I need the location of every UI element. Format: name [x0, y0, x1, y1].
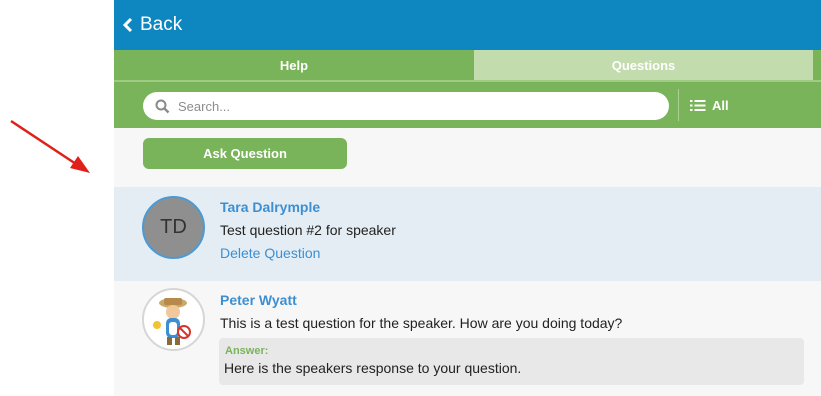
question-body: Peter Wyatt This is a test question for … — [220, 292, 622, 332]
chevron-left-icon — [122, 17, 133, 33]
app-window: Back Help Questions Search... All Ask Qu… — [114, 0, 821, 396]
list-icon — [690, 99, 706, 111]
question-author: Tara Dalrymple — [220, 199, 321, 215]
search-field[interactable] — [143, 92, 669, 120]
search-bar: All — [114, 82, 821, 128]
avatar: TD — [142, 196, 205, 259]
filter-divider — [678, 89, 679, 121]
tab-help[interactable]: Help — [114, 50, 474, 80]
tab-questions[interactable]: Questions — [474, 50, 813, 80]
avatar-initials: TD — [160, 216, 187, 238]
question-body: Tara Dalrymple Test question #2 for spea… — [220, 199, 396, 262]
question-item: TD Tara Dalrymple Test question #2 for s… — [114, 187, 821, 281]
question-text: This is a test question for the speaker.… — [220, 315, 623, 331]
tab-questions-label: Questions — [611, 57, 676, 73]
ask-question-button[interactable]: Ask Question — [143, 138, 347, 169]
search-icon — [155, 99, 170, 114]
answer-label: Answer: — [225, 345, 269, 357]
filter-label: All — [712, 97, 729, 113]
tab-bar-filler — [813, 50, 821, 80]
mascot-avatar-icon — [153, 298, 191, 345]
tab-help-label: Help — [279, 57, 309, 73]
question-author: Peter Wyatt — [220, 292, 297, 308]
back-button[interactable]: Back — [122, 0, 182, 50]
back-label: Back — [140, 14, 183, 35]
annotation-arrow — [10, 119, 90, 173]
filter-button[interactable]: All — [690, 82, 729, 128]
delete-question-link[interactable]: Delete Question — [220, 244, 396, 262]
question-item: Peter Wyatt This is a test question for … — [114, 282, 821, 396]
question-text: Test question #2 for speaker — [220, 222, 396, 238]
top-bar: Back — [114, 0, 821, 50]
tab-bar: Help Questions — [114, 50, 821, 80]
avatar — [142, 288, 205, 351]
answer-text: Here is the speakers response to your qu… — [224, 360, 522, 376]
answer-box: Answer: Here is the speakers response to… — [219, 338, 804, 385]
ask-question-label: Ask Question — [203, 146, 287, 161]
search-input[interactable] — [176, 97, 669, 115]
